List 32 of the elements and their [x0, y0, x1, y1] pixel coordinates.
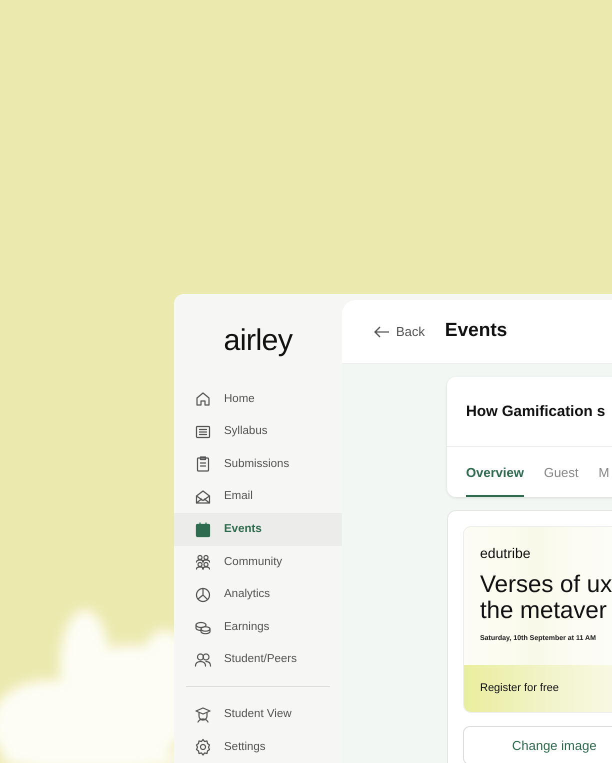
pie-chart-icon [194, 586, 212, 604]
sidebar-item[interactable]: Syllabus [174, 416, 342, 448]
people-icon [194, 553, 212, 572]
sidebar-item[interactable]: Student View [174, 698, 342, 731]
calendar-icon [194, 520, 212, 539]
back-arrow-icon [374, 326, 390, 338]
tab[interactable]: M [598, 446, 610, 497]
sidebar-item[interactable]: Home [174, 383, 342, 416]
envelope-icon [194, 488, 212, 506]
sidebar-item[interactable]: Settings [174, 730, 342, 763]
brand-name: edutribe [479, 544, 532, 563]
banner-headline: Verses of ux the metaver [479, 570, 612, 624]
settings-icon [194, 738, 212, 756]
sidebar-item[interactable]: Earnings [174, 611, 342, 644]
app-logo: airley [222, 323, 294, 359]
users-icon [194, 651, 212, 670]
sidebar-item[interactable]: Student/Peers [174, 644, 342, 676]
page-title: Events [444, 319, 508, 344]
sidebar-item[interactable]: Analytics [174, 578, 342, 612]
tab[interactable]: Guest [544, 446, 579, 497]
sidebar-item[interactable]: Community [174, 546, 342, 579]
sidebar-item[interactable]: Events [174, 513, 342, 546]
tab[interactable]: Overview [466, 446, 524, 497]
back-link[interactable]: Back [374, 322, 425, 342]
change-image-button[interactable]: Change image [463, 726, 612, 763]
graduate-icon [194, 706, 212, 724]
sidebar-item[interactable]: Email [174, 480, 342, 514]
sidebar-item[interactable]: Submissions [174, 448, 342, 481]
home-icon [194, 390, 212, 408]
register-text: Register for free [480, 681, 559, 696]
clipboard-icon [194, 455, 212, 474]
event-title: How Gamification s [447, 377, 612, 446]
